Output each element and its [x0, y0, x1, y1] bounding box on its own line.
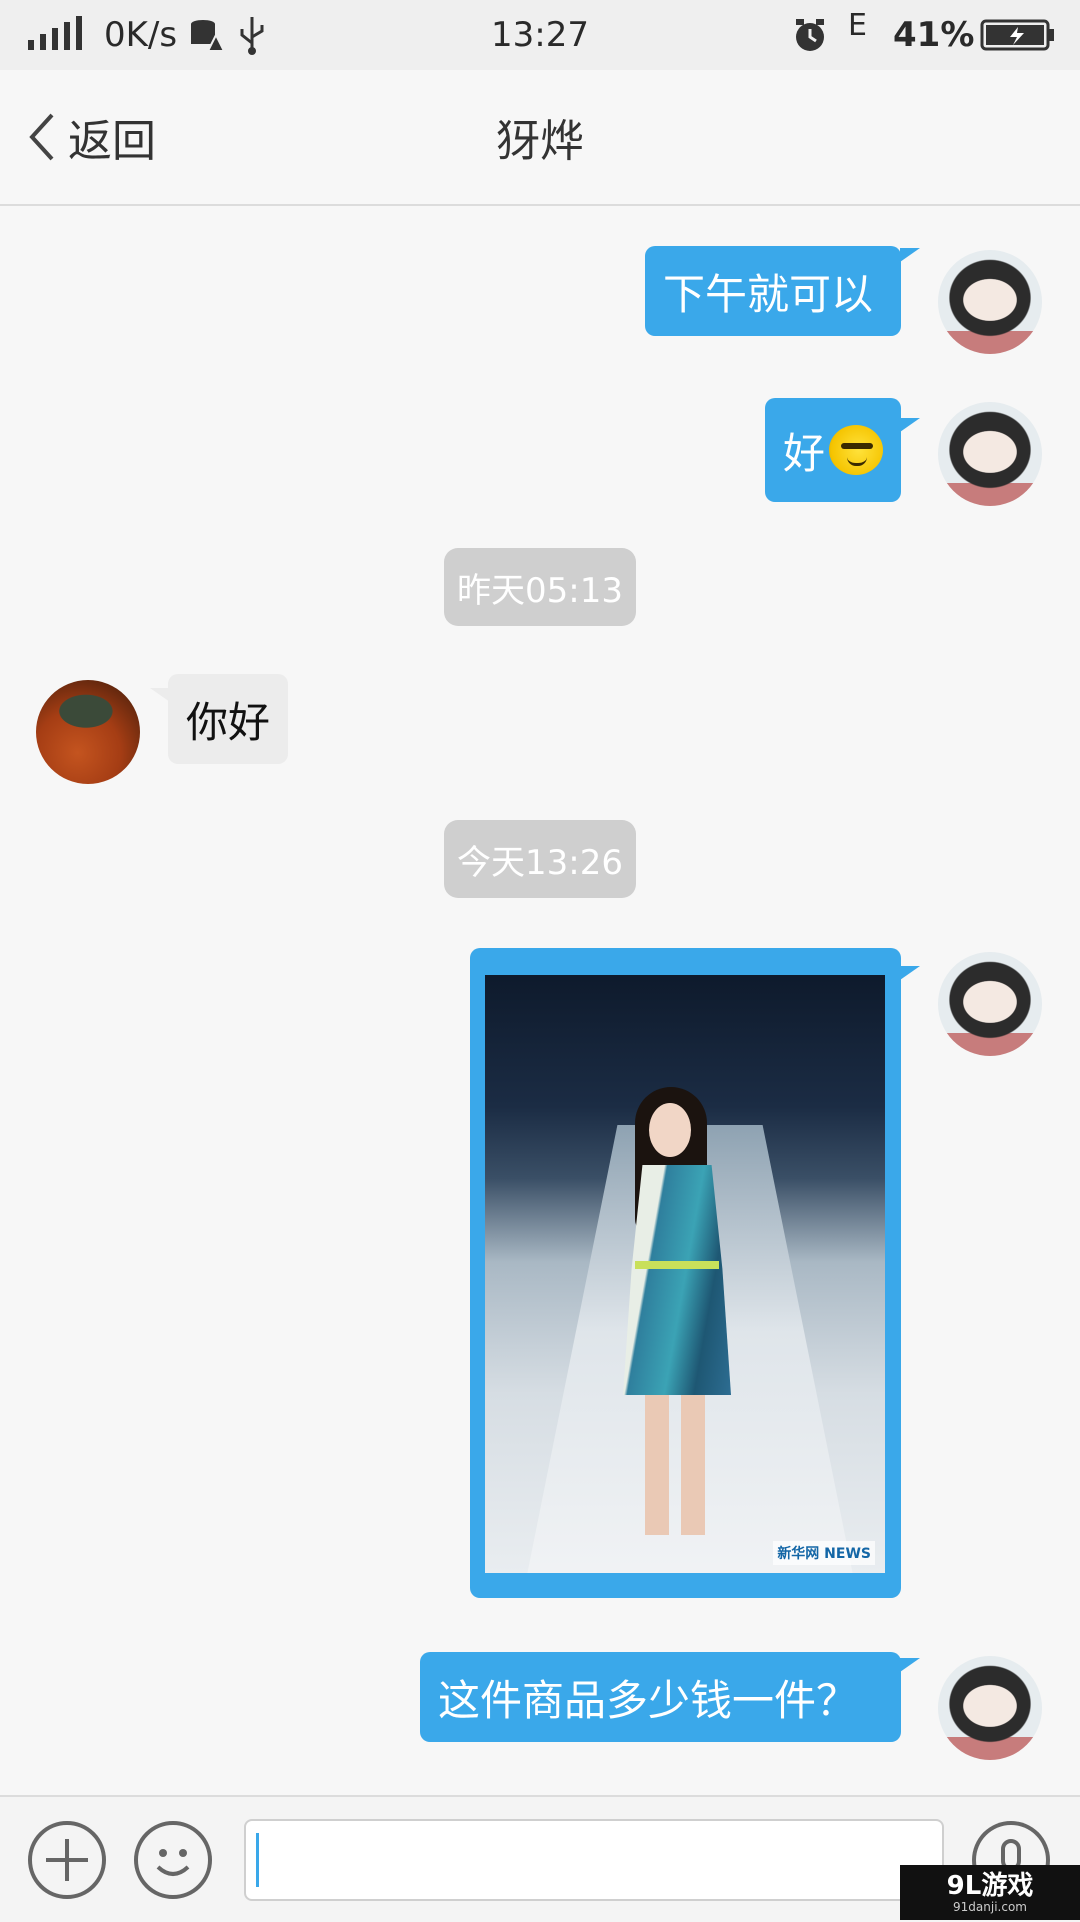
shared-photo[interactable]: 新华网 NEWS [485, 975, 885, 1573]
alarm-icon [792, 0, 828, 70]
message-input[interactable] [244, 1819, 944, 1901]
photo-watermark: 新华网 NEWS [773, 1541, 875, 1565]
my-avatar[interactable] [938, 402, 1042, 506]
contact-avatar[interactable] [36, 680, 140, 784]
smug-face-emoji-icon [829, 425, 883, 475]
message-text: 这件商品多少钱一件？ [438, 1675, 859, 1725]
battery-percent: 41% [893, 15, 975, 55]
message-text: 好 [783, 428, 826, 478]
plus-icon [46, 1839, 88, 1881]
message-text: 你好 [186, 697, 271, 747]
add-attachment-button[interactable] [28, 1821, 106, 1899]
text-cursor [256, 1833, 259, 1887]
site-watermark-logo: 9L游戏 91danji.com [900, 1865, 1080, 1920]
message-timestamp: 昨天05:13 [444, 548, 636, 626]
other-message-bubble[interactable]: 你好 [168, 674, 288, 764]
my-message-bubble[interactable]: 好 [765, 398, 901, 502]
my-message-bubble[interactable]: 下午就可以 [645, 246, 901, 336]
my-avatar[interactable] [938, 952, 1042, 1056]
emoji-button[interactable] [134, 1821, 212, 1899]
chat-contact-name: 犽烨 [496, 116, 584, 167]
my-avatar[interactable] [938, 250, 1042, 354]
my-message-bubble[interactable]: 这件商品多少钱一件？ [420, 1652, 901, 1742]
nav-bar: 返回 犽烨 [0, 70, 1080, 206]
status-bar: 0K/s 13:27 E 41% [0, 0, 1080, 70]
network-type: E [848, 7, 867, 43]
my-avatar[interactable] [938, 1656, 1042, 1760]
message-text: 下午就可以 [663, 269, 874, 319]
smiley-face-icon [156, 1849, 190, 1876]
message-timestamp: 今天13:26 [444, 820, 636, 898]
battery-charging-icon [980, 0, 1056, 70]
